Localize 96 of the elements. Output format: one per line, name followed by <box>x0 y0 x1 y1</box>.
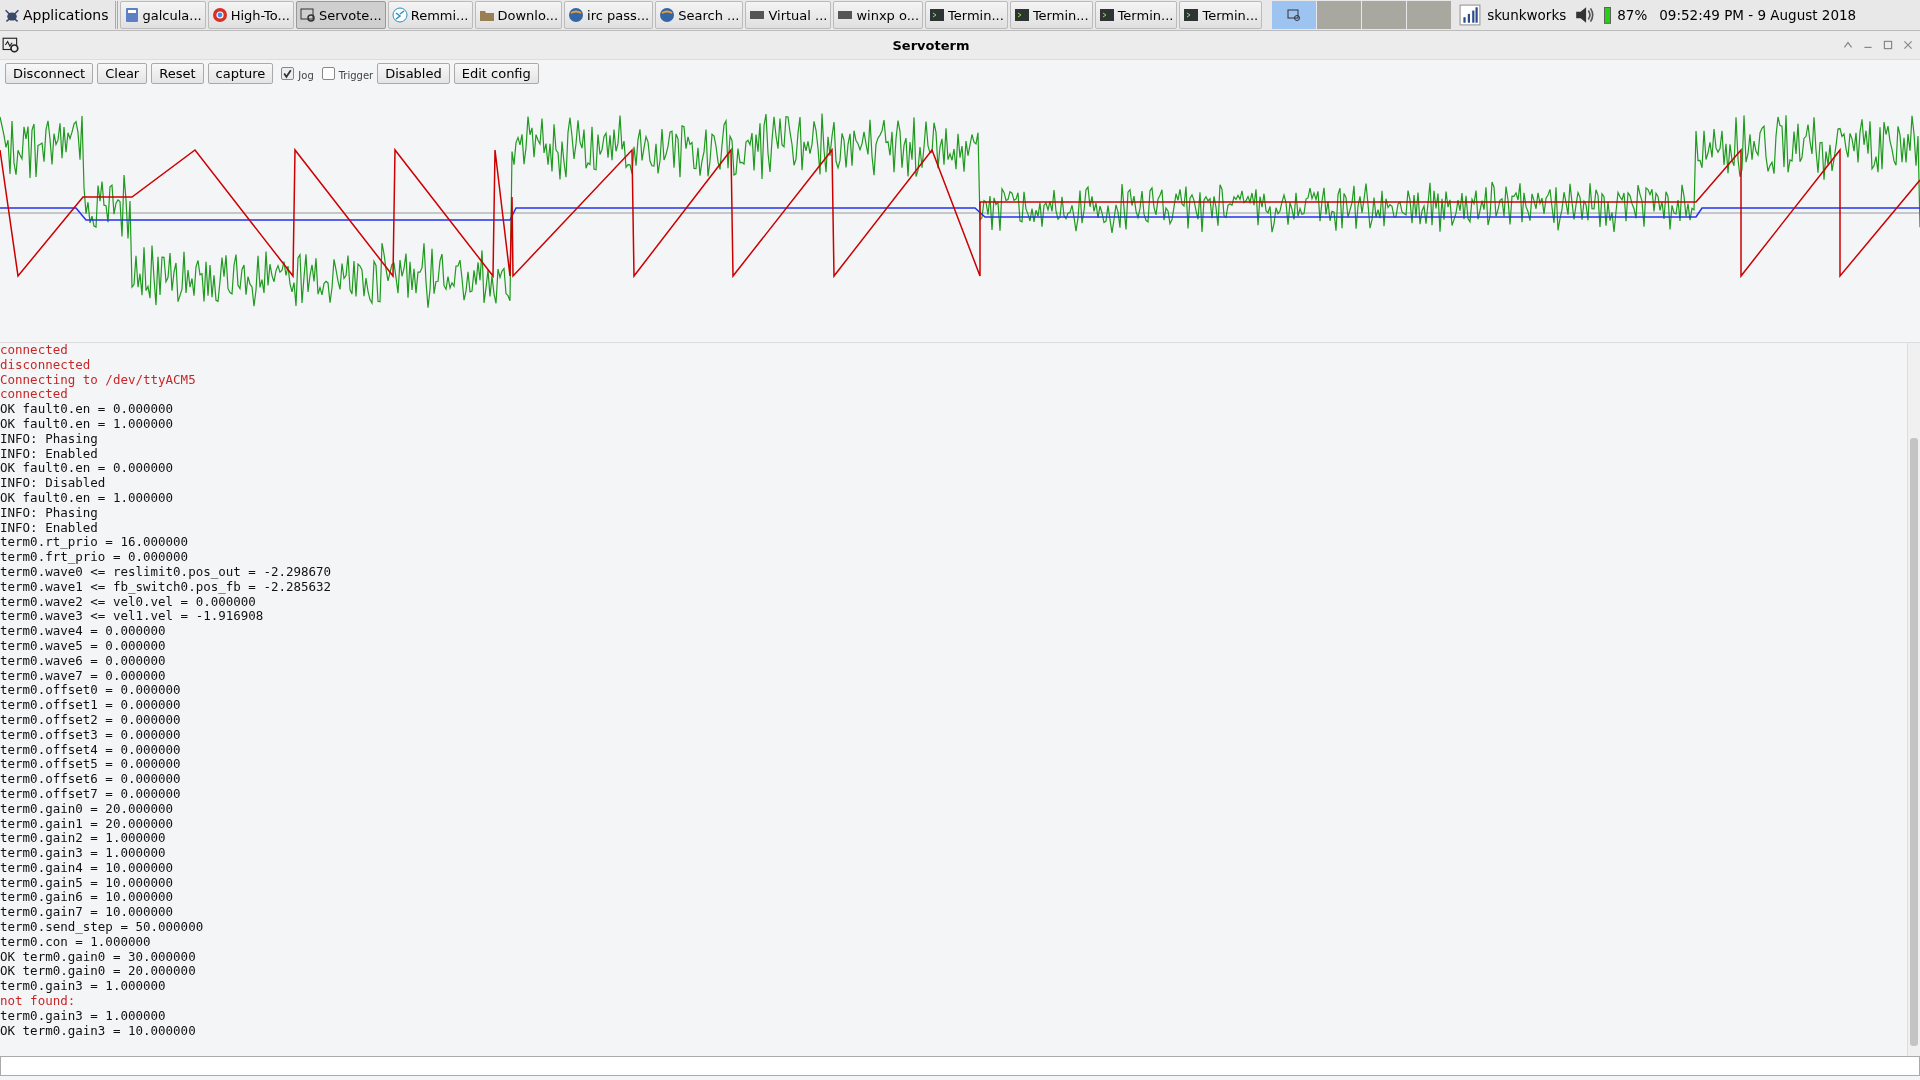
log-line: term0.offset0 = 0.000000 <box>0 683 182 699</box>
log-line: connected <box>0 343 69 358</box>
hostname-label: skunkworks <box>1487 7 1567 23</box>
log-line: term0.rt_prio = 16.000000 <box>0 535 190 551</box>
taskbar-window-button[interactable]: Remmi... <box>387 1 473 29</box>
log-line: term0.wave4 = 0.000000 <box>0 624 167 639</box>
maximize-icon[interactable] <box>1882 39 1894 51</box>
workspace-button[interactable] <box>1407 1 1452 29</box>
clock[interactable]: 09:52:49 PM - 9 August 2018 <box>1659 7 1857 23</box>
log-line: term0.wave6 = 0.000000 <box>0 653 167 669</box>
log-line: OK term0.gain0 = 20.000000 <box>0 964 197 980</box>
log-line: term0.offset2 = 0.000000 <box>0 712 182 728</box>
log-line: term0.wave1 <= fb_switch0.pos_fb = -2.285632 <box>0 579 333 595</box>
window-title: Servoterm <box>891 37 971 53</box>
taskbar-window-button[interactable]: Termin... <box>1094 1 1178 29</box>
workspace-button[interactable] <box>1272 1 1317 29</box>
log-line: OK fault0.en = 0.000000 <box>0 461 175 477</box>
checkbox-label[interactable]: Trigger <box>338 70 374 81</box>
toolbar-button[interactable]: Disconnect <box>5 63 94 84</box>
taskbar-window-button[interactable]: Termin... <box>1009 1 1093 29</box>
log-line: term0.gain4 = 10.000000 <box>0 860 175 876</box>
taskbar-window-button[interactable]: winxp o... <box>833 1 924 29</box>
taskbar-window-button[interactable]: Downlo... <box>474 1 563 29</box>
toolbar-button[interactable]: Clear <box>97 63 148 84</box>
log-line: connected <box>0 387 68 403</box>
log-line: OK fault0.en = 1.000000 <box>0 417 175 432</box>
log-line: term0.offset3 = 0.000000 <box>0 727 182 743</box>
remote-desktop-icon <box>391 7 408 23</box>
terminal-icon <box>1183 7 1200 23</box>
taskbar-window-button[interactable]: Termin... <box>1179 1 1263 29</box>
log-line: term0.offset4 = 0.000000 <box>0 742 182 758</box>
taskbar-window-button[interactable]: irc pass... <box>564 1 654 29</box>
command-input-field[interactable] <box>0 1056 1920 1076</box>
calculator-icon <box>123 7 140 23</box>
toolbar-button[interactable]: Disabled <box>377 63 450 84</box>
globe-icon <box>659 7 676 23</box>
network-signal-icon[interactable] <box>1459 4 1482 26</box>
log-line: INFO: Phasing <box>0 505 99 521</box>
log-line: term0.wave7 = 0.000000 <box>0 668 167 684</box>
checkbox[interactable] <box>281 67 295 80</box>
log-line: term0.send_step = 50.000000 <box>0 920 205 935</box>
log-line: term0.offset5 = 0.000000 <box>0 757 182 773</box>
log-line: OK term0.gain0 = 30.000000 <box>0 949 197 965</box>
log-line: term0.gain3 = 1.000000 <box>0 1008 167 1024</box>
toolbar-button[interactable]: capture <box>207 63 274 84</box>
workspace-button[interactable] <box>1362 1 1407 29</box>
log-line: term0.gain3 = 1.000000 <box>0 979 167 995</box>
checkbox[interactable] <box>321 67 335 80</box>
log-line: term0.wave3 <= vel1.vel = -1.916908 <box>0 609 265 625</box>
log-line: INFO: Enabled <box>0 446 99 462</box>
log-line: term0.wave2 <= vel0.vel = 0.000000 <box>0 594 257 610</box>
log-line: term0.gain5 = 10.000000 <box>0 875 175 891</box>
toolbar-button[interactable]: Edit config <box>453 63 539 84</box>
log-line: INFO: Enabled <box>0 520 99 536</box>
terminal-icon <box>1013 7 1030 23</box>
log-line: term0.offset7 = 0.000000 <box>0 786 182 802</box>
log-line: term0.gain0 = 20.000000 <box>0 801 175 817</box>
taskbar-window-button[interactable]: Search ... <box>655 1 744 29</box>
log-line: disconnected <box>0 357 92 373</box>
taskbar-window-button[interactable]: galcula... <box>119 1 206 29</box>
taskbar-window-button[interactable]: Termin... <box>925 1 1008 29</box>
log-line: term0.offset6 = 0.000000 <box>0 772 182 787</box>
log-line: Connecting to /dev/ttyACM5 <box>0 372 197 388</box>
log-line: not found: <box>0 994 77 1009</box>
log-line: term0.gain6 = 10.000000 <box>0 890 175 906</box>
log-line: term0.gain7 = 10.000000 <box>0 905 175 921</box>
battery-percentage: 87% <box>1617 7 1648 23</box>
log-line: term0.wave0 <= reslimit0.pos_out = -2.298670 <box>0 564 333 580</box>
log-line: term0.gain1 = 20.000000 <box>0 816 175 832</box>
log-line: INFO: Disabled <box>0 476 107 491</box>
scrollbar[interactable] <box>1907 343 1920 1056</box>
log-line: term0.gain2 = 1.000000 <box>0 831 167 847</box>
log-line: term0.con = 1.000000 <box>0 934 152 950</box>
log-line: term0.frt_prio = 0.000000 <box>0 550 190 565</box>
terminal-icon <box>929 7 946 23</box>
log-line: term0.wave5 = 0.000000 <box>0 638 167 654</box>
log-line: term0.gain3 = 1.000000 <box>0 846 167 861</box>
workspace-button[interactable] <box>1317 1 1362 29</box>
log-line: OK term0.gain3 = 10.000000 <box>0 1023 197 1039</box>
log-line: term0.offset1 = 0.000000 <box>0 698 182 713</box>
window-thumbnail-icon <box>1286 7 1303 23</box>
terminal-icon <box>1098 7 1115 23</box>
taskbar-window-button[interactable]: High-To... <box>207 1 294 29</box>
taskbar-window-button[interactable]: Virtual ... <box>745 1 832 29</box>
log-line: INFO: Phasing <box>0 431 99 447</box>
globe-icon <box>568 7 585 23</box>
checkbox-label[interactable]: Jog <box>298 70 314 81</box>
log-line: OK fault0.en = 0.000000 <box>0 402 175 417</box>
close-icon[interactable] <box>1902 39 1914 51</box>
taskbar-window-button[interactable]: Servote... <box>295 1 386 29</box>
mouse-logo-icon <box>4 7 20 23</box>
scope-window-icon <box>299 7 316 23</box>
log-line: OK fault0.en = 1.000000 <box>0 490 175 506</box>
battery-icon[interactable] <box>1604 4 1612 26</box>
browser-icon <box>211 7 228 23</box>
toolbar-button[interactable]: Reset <box>151 63 204 84</box>
